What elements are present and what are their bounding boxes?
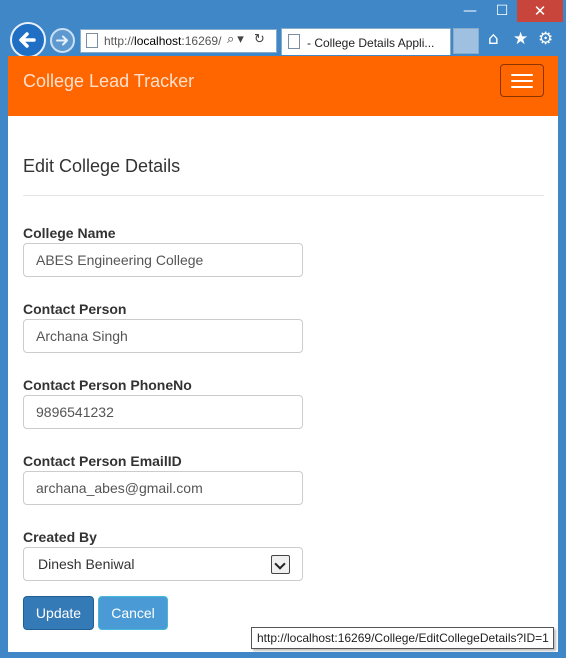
- hamburger-bar: [511, 80, 533, 82]
- created-by-select[interactable]: Dinesh Beniwal: [23, 547, 303, 581]
- contact-phone-label: Contact Person PhoneNo: [23, 377, 192, 393]
- browser-window: — ☐ ✕ http://localhost:16269/ ⌕▾ ↻ - Col…: [0, 0, 566, 658]
- address-text[interactable]: http://localhost:16269/: [104, 34, 221, 48]
- maximize-button[interactable]: ☐: [487, 0, 517, 22]
- address-bar-icons[interactable]: ⌕▾ ↻: [227, 32, 268, 47]
- home-icon[interactable]: ⌂: [488, 29, 499, 49]
- cancel-button[interactable]: Cancel: [98, 596, 168, 630]
- browser-tab[interactable]: - College Details Appli...: [281, 28, 451, 55]
- gear-icon[interactable]: ⚙: [538, 29, 553, 49]
- page-icon: [288, 34, 300, 49]
- title-bar: — ☐ ✕: [0, 0, 566, 24]
- new-tab-button[interactable]: [453, 28, 479, 54]
- status-url-tooltip: http://localhost:16269/College/EditColle…: [251, 627, 554, 649]
- update-button[interactable]: Update: [23, 596, 94, 630]
- divider: [23, 195, 544, 196]
- college-name-input[interactable]: [23, 243, 303, 277]
- arrow-right-icon: [56, 35, 68, 46]
- forward-button[interactable]: [50, 28, 75, 53]
- page-viewport: College Lead Tracker Edit College Detail…: [8, 56, 558, 652]
- contact-email-label: Contact Person EmailID: [23, 453, 182, 469]
- url-host: localhost: [134, 34, 182, 48]
- minimize-button[interactable]: —: [455, 0, 485, 22]
- created-by-label: Created By: [23, 529, 97, 545]
- hamburger-bar: [511, 74, 533, 76]
- close-button[interactable]: ✕: [517, 0, 563, 22]
- created-by-selected: Dinesh Beniwal: [38, 556, 135, 572]
- contact-phone-input[interactable]: [23, 395, 303, 429]
- menu-toggle-button[interactable]: [500, 64, 544, 97]
- url-rest: :16269/: [181, 34, 222, 48]
- navbar: College Lead Tracker: [8, 56, 558, 116]
- hamburger-bar: [511, 86, 533, 88]
- chevron-down-icon[interactable]: [271, 555, 290, 574]
- page-title: Edit College Details: [23, 156, 181, 176]
- back-button[interactable]: [10, 22, 46, 58]
- contact-email-input[interactable]: [23, 471, 303, 505]
- contact-person-label: Contact Person: [23, 301, 127, 317]
- url-prefix: http://: [104, 34, 135, 48]
- arrow-left-icon: [19, 32, 36, 48]
- page-icon: [86, 33, 98, 48]
- brand-link[interactable]: College Lead Tracker: [23, 71, 194, 92]
- favorites-star-icon[interactable]: ★: [513, 29, 528, 49]
- college-name-label: College Name: [23, 225, 116, 241]
- tab-title: - College Details Appli...: [307, 36, 435, 50]
- contact-person-input[interactable]: [23, 319, 303, 353]
- address-bar[interactable]: http://localhost:16269/ ⌕▾ ↻: [80, 29, 277, 53]
